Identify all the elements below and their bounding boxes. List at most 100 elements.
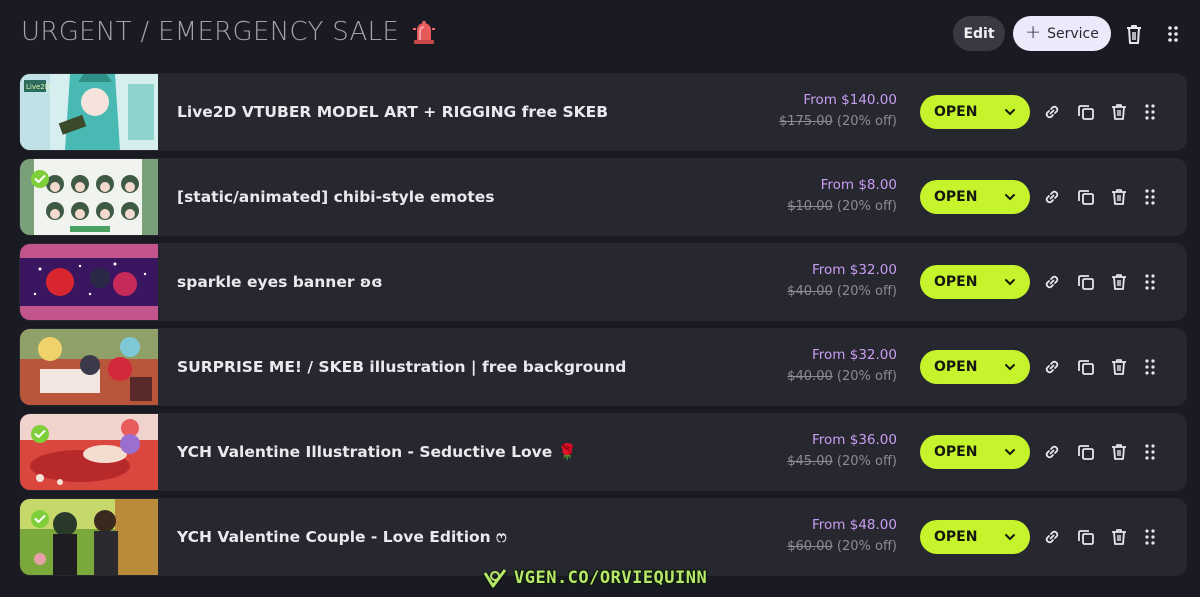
link-icon[interactable]	[1043, 103, 1061, 121]
section-title: URGENT / EMERGENCY SALE	[21, 17, 437, 47]
price-original: $40.00 (20% off)	[787, 369, 897, 384]
link-icon[interactable]	[1043, 528, 1061, 546]
drag-handle-icon[interactable]	[1143, 358, 1157, 376]
service-name[interactable]: SURPRISE ME! / SKEB illustration | free …	[177, 328, 626, 406]
trash-icon[interactable]	[1110, 528, 1128, 546]
page-header: URGENT / EMERGENCY SALE Edit + Service	[0, 0, 1200, 68]
drag-handle-icon[interactable]	[1143, 188, 1157, 206]
drag-section-grip-icon[interactable]	[1165, 24, 1181, 44]
price-discount: (20% off)	[836, 539, 897, 554]
price-original: $175.00 (20% off)	[779, 114, 897, 129]
price-discount: (20% off)	[836, 114, 897, 129]
status-label: OPEN	[934, 529, 978, 545]
trash-icon[interactable]	[1110, 273, 1128, 291]
copy-icon[interactable]	[1077, 103, 1095, 121]
service-name[interactable]: YCH Valentine Couple - Love Edition ෆ	[177, 498, 507, 576]
status-label: OPEN	[934, 444, 978, 460]
price-original: $60.00 (20% off)	[787, 539, 897, 554]
chevron-down-icon	[1005, 449, 1015, 456]
service-thumbnail	[20, 499, 158, 575]
service-list: Live2D Live2D VTUBER MODEL ART + RIGGING…	[19, 73, 1187, 583]
copy-icon[interactable]	[1077, 528, 1095, 546]
price-from: From $32.00	[812, 347, 897, 363]
chevron-down-icon	[1005, 194, 1015, 201]
service-price: From $32.00 $40.00 (20% off)	[787, 347, 897, 384]
status-dropdown[interactable]: OPEN	[920, 435, 1030, 469]
status-label: OPEN	[934, 189, 978, 205]
service-price: From $36.00 $45.00 (20% off)	[787, 432, 897, 469]
trash-icon[interactable]	[1110, 358, 1128, 376]
price-discount: (20% off)	[836, 199, 897, 214]
add-service-label: Service	[1047, 25, 1099, 42]
trash-icon[interactable]	[1110, 103, 1128, 121]
status-dropdown[interactable]: OPEN	[920, 350, 1030, 384]
status-dropdown[interactable]: OPEN	[920, 265, 1030, 299]
price-original: $10.00 (20% off)	[787, 199, 897, 214]
status-label: OPEN	[934, 104, 978, 120]
service-row[interactable]: SURPRISE ME! / SKEB illustration | free …	[19, 328, 1187, 406]
edit-button[interactable]: Edit	[953, 16, 1005, 51]
service-row[interactable]: Live2D Live2D VTUBER MODEL ART + RIGGING…	[19, 73, 1187, 151]
service-price: From $8.00 $10.00 (20% off)	[787, 177, 897, 214]
delete-section-trash-icon[interactable]	[1124, 23, 1144, 45]
service-row[interactable]: YCH Valentine Couple - Love Edition ෆ Fr…	[19, 498, 1187, 576]
copy-icon[interactable]	[1077, 358, 1095, 376]
service-thumbnail	[20, 159, 158, 235]
price-original: $40.00 (20% off)	[787, 284, 897, 299]
link-icon[interactable]	[1043, 443, 1061, 461]
copy-icon[interactable]	[1077, 443, 1095, 461]
service-price: From $48.00 $60.00 (20% off)	[787, 517, 897, 554]
price-original-amount: $60.00	[787, 539, 833, 554]
price-original-amount: $10.00	[787, 199, 833, 214]
service-row[interactable]: [static/animated] chibi-style emotes Fro…	[19, 158, 1187, 236]
price-original-amount: $40.00	[787, 284, 833, 299]
drag-handle-icon[interactable]	[1143, 528, 1157, 546]
service-thumbnail	[20, 329, 158, 405]
verified-check-icon	[31, 170, 49, 188]
service-name[interactable]: Live2D VTUBER MODEL ART + RIGGING free S…	[177, 73, 608, 151]
svg-text:Live2D: Live2D	[26, 83, 50, 91]
verified-check-icon	[31, 510, 49, 528]
chevron-down-icon	[1005, 279, 1015, 286]
price-from: From $48.00	[812, 517, 897, 533]
price-original-amount: $45.00	[787, 454, 833, 469]
drag-handle-icon[interactable]	[1143, 103, 1157, 121]
status-dropdown[interactable]: OPEN	[920, 180, 1030, 214]
trash-icon[interactable]	[1110, 443, 1128, 461]
price-discount: (20% off)	[836, 454, 897, 469]
trash-icon[interactable]	[1110, 188, 1128, 206]
verified-check-icon	[31, 425, 49, 443]
service-name[interactable]: sparkle eyes banner ʚɞ	[177, 243, 383, 321]
service-row[interactable]: sparkle eyes banner ʚɞ From $32.00 $40.0…	[19, 243, 1187, 321]
service-name[interactable]: [static/animated] chibi-style emotes	[177, 158, 494, 236]
price-original-amount: $175.00	[779, 114, 833, 129]
chevron-down-icon	[1005, 364, 1015, 371]
drag-handle-icon[interactable]	[1143, 443, 1157, 461]
watermark: VGEN.CO/ORVIEQUINN	[482, 566, 718, 590]
status-dropdown[interactable]: OPEN	[920, 520, 1030, 554]
service-thumbnail: Live2D	[20, 74, 158, 150]
service-price: From $140.00 $175.00 (20% off)	[779, 92, 897, 129]
price-from: From $32.00	[812, 262, 897, 278]
copy-icon[interactable]	[1077, 273, 1095, 291]
status-dropdown[interactable]: OPEN	[920, 95, 1030, 129]
price-from: From $8.00	[820, 177, 897, 193]
link-icon[interactable]	[1043, 358, 1061, 376]
status-label: OPEN	[934, 274, 978, 290]
drag-handle-icon[interactable]	[1143, 273, 1157, 291]
link-icon[interactable]	[1043, 188, 1061, 206]
plus-icon: +	[1025, 21, 1042, 43]
copy-icon[interactable]	[1077, 188, 1095, 206]
service-name[interactable]: YCH Valentine Illustration - Seductive L…	[177, 413, 577, 491]
link-icon[interactable]	[1043, 273, 1061, 291]
add-service-button[interactable]: + Service	[1013, 16, 1111, 51]
watermark-text: VGEN.CO/ORVIEQUINN	[514, 568, 708, 588]
price-from: From $140.00	[803, 92, 897, 108]
service-thumbnail	[20, 414, 158, 490]
vgen-logo-icon	[482, 568, 508, 589]
chevron-down-icon	[1005, 109, 1015, 116]
status-label: OPEN	[934, 359, 978, 375]
price-discount: (20% off)	[836, 369, 897, 384]
section-title-text: URGENT / EMERGENCY SALE	[21, 17, 400, 47]
service-row[interactable]: YCH Valentine Illustration - Seductive L…	[19, 413, 1187, 491]
